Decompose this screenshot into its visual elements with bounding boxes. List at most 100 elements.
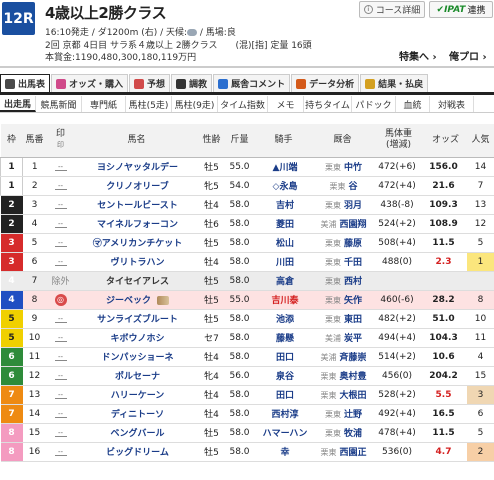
mark-dropdown[interactable]: --	[54, 201, 67, 209]
tab-sub-9[interactable]: 血統	[396, 96, 430, 112]
jockey-cell[interactable]: 吉川泰	[254, 290, 313, 310]
trainer-cell[interactable]: 栗東 大根田	[312, 385, 373, 405]
mark-cell[interactable]: --	[46, 252, 75, 272]
tab-main-1[interactable]: オッズ・購入	[51, 74, 129, 92]
tab-main-3[interactable]: 調教	[171, 74, 213, 92]
tab-sub-2[interactable]: 専門紙	[82, 96, 126, 112]
mark-dropdown[interactable]: --	[54, 220, 67, 228]
mark-dropdown[interactable]: --	[54, 353, 67, 361]
odds-cell[interactable]: 10.6	[424, 347, 467, 367]
odds-cell[interactable]: 5.5	[424, 385, 467, 405]
mark-dropdown[interactable]: --	[54, 258, 67, 266]
mark-cell[interactable]: --	[46, 176, 75, 196]
horse-name-cell[interactable]: ジーベック	[74, 290, 199, 310]
tab-sub-1[interactable]: 競馬新聞	[36, 96, 82, 112]
odds-cell[interactable]: 2.3	[424, 252, 467, 272]
jockey-cell[interactable]: 高倉	[254, 271, 313, 291]
jockey-cell[interactable]: 松山	[254, 233, 313, 253]
horse-name-cell[interactable]: サンライズブルート	[74, 309, 199, 329]
horse-name-cell[interactable]: ヨシノヤッタルデー	[74, 157, 199, 177]
horse-name-cell[interactable]: タイセイアレス	[74, 271, 199, 291]
mark-dropdown[interactable]: --	[54, 429, 67, 437]
odds-cell[interactable]: 16.5	[424, 404, 467, 424]
trainer-name-link[interactable]: 羽月	[344, 201, 362, 211]
odds-cell[interactable]: 104.3	[424, 328, 467, 348]
trainer-cell[interactable]: 美浦 炭平	[312, 328, 373, 348]
mark-dropdown[interactable]: --	[54, 334, 67, 342]
horse-name-link[interactable]: クリノオリーブ	[106, 182, 168, 192]
horse-name-cell[interactable]: ビッグドリーム	[74, 442, 199, 462]
jockey-cell[interactable]: 藤懸	[254, 328, 313, 348]
odds-cell[interactable]: 109.3	[424, 195, 467, 215]
mark-cell[interactable]: --	[46, 309, 75, 329]
jockey-cell[interactable]: 幸	[254, 442, 313, 462]
trainer-cell[interactable]: 栗東谷	[312, 176, 373, 196]
horse-name-link[interactable]: ㋮アメリカンチケット	[93, 239, 183, 249]
mark-cell[interactable]: 除外	[46, 271, 75, 291]
odds-cell[interactable]: 4.7	[424, 442, 467, 462]
mark-cell[interactable]: --	[46, 423, 75, 443]
mark-dropdown[interactable]: --	[54, 448, 67, 456]
jockey-cell[interactable]: 吉村	[254, 195, 313, 215]
trainer-cell[interactable]: 栗東 東田	[312, 309, 373, 329]
horse-name-cell[interactable]: ヴリトラハン	[74, 252, 199, 272]
horse-name-cell[interactable]: クリノオリーブ	[74, 176, 199, 196]
tab-sub-6[interactable]: メモ	[268, 96, 304, 112]
jockey-cell[interactable]: 菱田	[254, 214, 313, 234]
trainer-name-link[interactable]: 東田	[344, 315, 362, 325]
trainer-name-link[interactable]: 大根田	[339, 391, 366, 401]
tab-main-2[interactable]: 予想	[129, 74, 171, 92]
trainer-name-link[interactable]: 西園翔	[339, 220, 366, 230]
mark-cell[interactable]: --	[46, 385, 75, 405]
trainer-name-link[interactable]: 谷	[348, 182, 357, 192]
tab-sub-5[interactable]: タイム指数	[218, 96, 268, 112]
odds-cell[interactable]	[424, 271, 467, 291]
horse-name-cell[interactable]: ポルセーナ	[74, 366, 199, 386]
jockey-cell[interactable]: 田口	[254, 385, 313, 405]
special-feature-link[interactable]: 特集へ ›	[399, 48, 437, 63]
mark-cell[interactable]: --	[46, 214, 75, 234]
mark-cell[interactable]: --	[46, 233, 75, 253]
tab-sub-10[interactable]: 対戦表	[430, 96, 474, 112]
mark-cell[interactable]: --	[46, 366, 75, 386]
horse-name-link[interactable]: マイネルフォーコン	[97, 220, 178, 230]
mark-dropdown[interactable]: --	[54, 182, 67, 190]
horse-name-cell[interactable]: ディニトーソ	[74, 404, 199, 424]
horse-name-link[interactable]: ベングバール	[110, 429, 164, 439]
odds-cell[interactable]: 11.5	[424, 423, 467, 443]
trainer-name-link[interactable]: 斉藤崇	[339, 353, 366, 363]
horse-name-cell[interactable]: ハリーケーン	[74, 385, 199, 405]
trainer-cell[interactable]: 栗東 中竹	[312, 157, 373, 177]
jockey-cell[interactable]: ハマーハン	[254, 423, 313, 443]
horse-name-cell[interactable]: マイネルフォーコン	[74, 214, 199, 234]
horse-name-link[interactable]: ヨシノヤッタルデー	[97, 163, 178, 173]
trainer-name-link[interactable]: 炭平	[344, 334, 362, 344]
mark-cell[interactable]: --	[46, 404, 75, 424]
mark-cell[interactable]: --	[46, 442, 75, 462]
jockey-cell[interactable]: ▲川端	[254, 157, 313, 177]
tab-sub-3[interactable]: 馬柱(5走)	[126, 96, 172, 112]
odds-cell[interactable]: 156.0	[424, 157, 467, 177]
jockey-cell[interactable]: 泉谷	[254, 366, 313, 386]
horse-name-link[interactable]: タイセイアレス	[106, 277, 169, 287]
odds-cell[interactable]: 204.2	[424, 366, 467, 386]
jockey-cell[interactable]: 西村淳	[254, 404, 313, 424]
trainer-name-link[interactable]: 牧浦	[344, 429, 362, 439]
horse-name-link[interactable]: ジーベック	[106, 296, 151, 306]
horse-name-link[interactable]: サンライズブルート	[97, 315, 178, 325]
trainer-name-link[interactable]: 藤原	[344, 239, 362, 249]
horse-name-cell[interactable]: ベングバール	[74, 423, 199, 443]
trainer-cell[interactable]: 栗東 羽月	[312, 195, 373, 215]
horse-name-link[interactable]: ハリーケーン	[111, 391, 165, 401]
trainer-name-link[interactable]: 千田	[344, 258, 362, 268]
horse-name-link[interactable]: ポルセーナ	[115, 372, 160, 382]
trainer-name-link[interactable]: 矢作	[344, 296, 362, 306]
col-header-umaban[interactable]: 馬番	[22, 124, 47, 158]
trainer-name-link[interactable]: 中竹	[344, 163, 362, 173]
trainer-cell[interactable]: 栗東 千田	[312, 252, 373, 272]
trainer-name-link[interactable]: 奥村豊	[339, 372, 366, 382]
mark-dropdown[interactable]: --	[54, 410, 67, 418]
trainer-cell[interactable]: 栗東 牧浦	[312, 423, 373, 443]
mark-dropdown[interactable]: --	[54, 163, 67, 171]
mark-cell[interactable]: --	[46, 157, 75, 177]
